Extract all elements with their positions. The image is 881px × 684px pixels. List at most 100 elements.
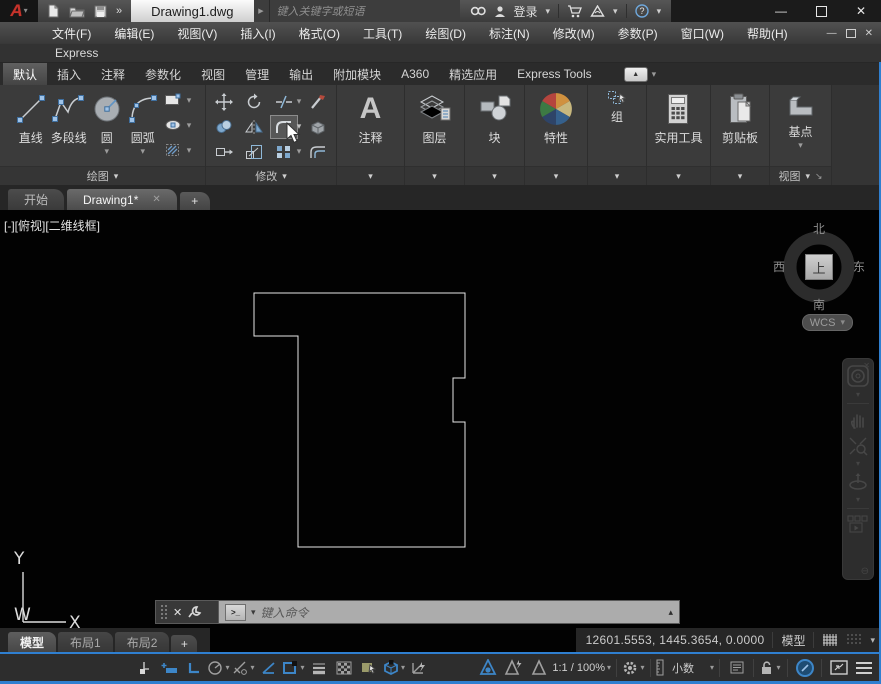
ribbon-tab-a360[interactable]: A360 xyxy=(391,63,439,85)
dynamic-ucs-toggle[interactable] xyxy=(407,657,430,678)
isometric-drafting-toggle[interactable]: ▾ xyxy=(232,657,255,678)
offset-button[interactable] xyxy=(305,141,331,163)
viewcube-top-face[interactable]: 上 xyxy=(805,254,833,280)
ribbon-tab-addins[interactable]: 附加模块 xyxy=(323,63,391,85)
menu-tools[interactable]: 工具(T) xyxy=(363,25,402,42)
new-layout-button[interactable]: + xyxy=(171,635,198,652)
menu-file[interactable]: 文件(F) xyxy=(52,25,91,42)
units-button[interactable]: 小数 ▾ xyxy=(656,657,714,678)
wheel-caret-icon[interactable]: ▾ xyxy=(856,391,860,399)
ribbon-tab-express-tools[interactable]: Express Tools xyxy=(507,63,601,85)
cart-icon[interactable] xyxy=(567,4,583,18)
properties-panel-label[interactable]: ▾ xyxy=(525,166,587,185)
workspace-switching-button[interactable]: ▾ xyxy=(622,657,645,678)
polar-tracking-toggle[interactable]: ▾ xyxy=(207,657,230,678)
circle-button[interactable]: 圆 ▾ xyxy=(90,85,124,166)
drawing-canvas[interactable]: [-][俯视][二维线框] 北 西 东 南 上 WCS ▾ ✕ ▾ ▾ ▾ ⊖ … xyxy=(0,210,881,652)
selection-cycling-toggle[interactable] xyxy=(357,657,380,678)
file-tab-drawing1[interactable]: Drawing1* ✕ xyxy=(67,189,177,210)
menu-format[interactable]: 格式(O) xyxy=(299,25,340,42)
orbit-caret-icon[interactable]: ▾ xyxy=(856,496,860,504)
mdi-minimize-button[interactable]: — xyxy=(827,28,837,39)
transparency-toggle[interactable] xyxy=(332,657,355,678)
ribbon-tab-featured-apps[interactable]: 精选应用 xyxy=(439,63,507,85)
object-snap-tracking-toggle[interactable] xyxy=(257,657,280,678)
properties-button[interactable]: 特性 xyxy=(538,85,574,166)
layers-panel-label[interactable]: ▾ xyxy=(405,166,464,185)
open-file-icon[interactable] xyxy=(69,5,85,18)
orbit-icon[interactable] xyxy=(848,472,868,492)
menu-parametric[interactable]: 参数(P) xyxy=(618,25,658,42)
view-panel-label[interactable]: 视图 ▾ ↘ xyxy=(770,166,831,185)
line-button[interactable]: 直线 xyxy=(14,85,48,166)
menu-window[interactable]: 窗口(W) xyxy=(681,25,724,42)
drag-grip-icon[interactable] xyxy=(161,605,167,619)
application-menu-button[interactable]: A ▾ xyxy=(0,0,38,22)
mdi-restore-button[interactable] xyxy=(845,28,856,38)
annotation-visibility-toggle[interactable] xyxy=(477,657,500,678)
menu-draw[interactable]: 绘图(D) xyxy=(425,25,466,42)
group-button[interactable]: 组 xyxy=(607,85,627,166)
viewcube-south-label[interactable]: 南 xyxy=(813,296,825,313)
viewcube-west-label[interactable]: 西 xyxy=(773,258,785,275)
command-line-close-icon[interactable]: ✕ xyxy=(173,606,182,619)
zoom-extents-icon[interactable] xyxy=(848,436,868,456)
trim-caret-icon[interactable]: ▾ xyxy=(297,97,302,106)
annotation-button[interactable]: A 注释 xyxy=(358,85,382,166)
help-caret-icon[interactable]: ▾ xyxy=(657,6,662,16)
modify-panel-label[interactable]: 修改 ▾ xyxy=(206,166,336,185)
ribbon-tab-annotate[interactable]: 注释 xyxy=(91,63,135,85)
rectangle-caret-icon[interactable]: ▾ xyxy=(187,95,192,105)
ribbon-tab-insert[interactable]: 插入 xyxy=(47,63,91,85)
file-tab-start[interactable]: 开始 xyxy=(8,189,65,210)
navbar-minus-icon[interactable]: ⊖ xyxy=(861,566,869,577)
block-button[interactable]: 块 xyxy=(477,85,513,166)
isodraft-caret-icon[interactable]: ▾ xyxy=(250,663,254,672)
save-icon[interactable] xyxy=(94,5,107,18)
3d-osnap-caret-icon[interactable]: ▾ xyxy=(401,663,405,672)
ribbon-tab-home[interactable]: 默认 xyxy=(3,63,48,85)
infer-constraints-toggle[interactable] xyxy=(132,657,155,678)
viewcube-east-label[interactable]: 东 xyxy=(853,258,865,275)
menu-express[interactable]: Express xyxy=(55,46,98,60)
mdi-close-button[interactable]: ✕ xyxy=(865,28,873,39)
recent-commands-icon[interactable]: >_ xyxy=(225,603,246,621)
annotation-scale-value[interactable]: 1:1 / 100% ▾ xyxy=(552,657,611,678)
menu-modify[interactable]: 修改(M) xyxy=(553,25,595,42)
circle-flyout-caret-icon[interactable]: ▾ xyxy=(104,147,109,156)
grid-options-caret-icon[interactable]: ▾ xyxy=(870,635,875,645)
customize-wrench-icon[interactable] xyxy=(188,605,202,619)
layers-button[interactable]: 图层 xyxy=(417,85,453,166)
navbar-close-icon[interactable]: ✕ xyxy=(863,361,870,370)
command-history-caret-icon[interactable]: ▴ xyxy=(668,607,673,618)
arc-button[interactable]: 圆弧 ▾ xyxy=(126,85,160,166)
ribbon-collapse-caret-icon[interactable]: ▾ xyxy=(652,69,657,79)
a360-icon[interactable] xyxy=(590,4,605,18)
layout-tab-layout1[interactable]: 布局1 xyxy=(58,632,113,652)
lock-caret-icon[interactable]: ▾ xyxy=(776,663,780,672)
polar-caret-icon[interactable]: ▾ xyxy=(225,663,229,672)
user-icon[interactable] xyxy=(494,5,506,18)
clipboard-button[interactable]: 剪贴板 xyxy=(722,85,758,166)
utilities-button[interactable]: 实用工具 xyxy=(654,85,703,166)
object-snap-toggle[interactable]: ▾ xyxy=(282,657,305,678)
snap-mode-grid-toggle[interactable] xyxy=(846,633,862,647)
wcs-dropdown[interactable]: WCS ▾ xyxy=(801,314,853,331)
a360-caret-icon[interactable]: ▾ xyxy=(613,6,618,16)
drawing1-tab-close-icon[interactable]: ✕ xyxy=(152,194,160,205)
scale-button[interactable] xyxy=(241,141,267,163)
viewport-controls-label[interactable]: [-][俯视][二维线框] xyxy=(4,217,100,234)
layout-tab-layout2[interactable]: 布局2 xyxy=(114,632,170,652)
menu-dimension[interactable]: 标注(N) xyxy=(489,25,530,42)
workspace-caret-icon[interactable]: ▾ xyxy=(640,663,644,672)
maximize-button[interactable] xyxy=(801,0,841,22)
move-button[interactable] xyxy=(211,91,237,113)
erase-button[interactable] xyxy=(305,91,331,113)
view-panel-launcher-icon[interactable]: ↘ xyxy=(815,171,823,182)
viewcube-north-label[interactable]: 北 xyxy=(813,220,825,237)
search-icon[interactable] xyxy=(470,5,486,17)
customization-button[interactable] xyxy=(852,657,875,678)
menu-help[interactable]: 帮助(H) xyxy=(747,25,788,42)
help-icon[interactable]: ? xyxy=(634,4,649,18)
arc-flyout-caret-icon[interactable]: ▾ xyxy=(140,147,145,156)
